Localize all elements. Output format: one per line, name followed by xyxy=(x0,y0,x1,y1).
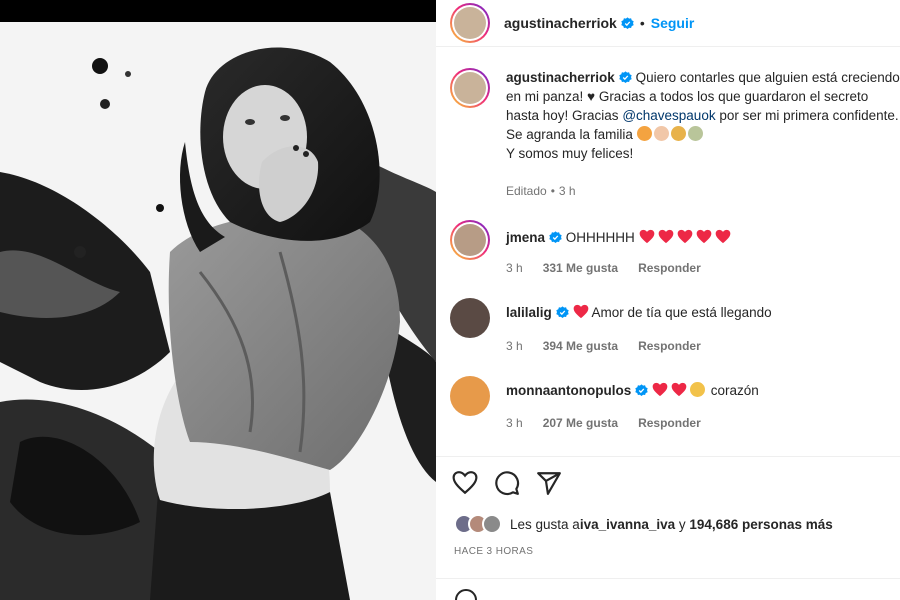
pregnancy-photo-image xyxy=(0,22,436,600)
comment-likes[interactable]: 331 Me gusta xyxy=(543,261,618,275)
comment-time: 3 h xyxy=(506,261,523,275)
caption-line-4: Se agranda la familia xyxy=(506,127,633,142)
comment-text: OHHHHHH xyxy=(565,230,635,245)
header-separator: • xyxy=(639,15,645,31)
verified-badge-icon xyxy=(621,16,634,29)
heart-emoji-icon xyxy=(652,382,668,397)
edited-time: 3 h xyxy=(558,184,576,198)
verified-badge-icon xyxy=(619,71,632,84)
post-actions xyxy=(452,470,578,496)
emoji-icon xyxy=(636,126,652,141)
post-header: agustinacherriok • Seguir xyxy=(450,2,694,44)
follow-button[interactable]: Seguir xyxy=(651,15,695,31)
mention-link[interactable]: @chavespauok xyxy=(622,108,715,123)
comment-item: monnaantonopulos corazón xyxy=(450,376,759,416)
share-icon[interactable] xyxy=(536,470,562,496)
likes-middle: y xyxy=(675,516,690,532)
caption-line-3b: por ser mi primera confidente. xyxy=(715,108,899,123)
comment-box-divider xyxy=(436,578,900,579)
caption-line-3a: hasta hoy! Gracias xyxy=(506,108,623,123)
comment-icon[interactable] xyxy=(494,470,520,496)
comment-text: Amor de tía que está llegando xyxy=(591,305,772,320)
author-username[interactable]: agustinacherriok xyxy=(504,15,617,31)
heart-outline-icon[interactable] xyxy=(452,470,478,496)
caption-line-5: Y somos muy felices! xyxy=(506,146,634,161)
header-divider xyxy=(436,46,900,47)
liker-username[interactable]: iva_ivanna_iva xyxy=(580,517,675,532)
comment-time: 3 h xyxy=(506,416,523,430)
edited-label: Editado xyxy=(506,184,547,198)
post-side-panel: agustinacherriok • Seguir agustinacherri… xyxy=(436,0,900,600)
emoji-icon xyxy=(687,126,703,141)
caption: agustinacherriok Quiero contarles que al… xyxy=(450,68,900,163)
comment-username[interactable]: jmena xyxy=(506,230,545,245)
caption-author-avatar[interactable] xyxy=(450,68,490,108)
heart-emoji-icon xyxy=(658,229,673,244)
commenter-avatar[interactable] xyxy=(450,220,490,260)
emoji-icon xyxy=(690,382,706,397)
comment-text: corazón xyxy=(710,383,759,398)
caption-meta: Editado • 3 h xyxy=(506,184,596,198)
caption-line-1: Quiero contarles que alguien está crecie… xyxy=(635,70,900,85)
actions-divider xyxy=(436,456,900,457)
emoji-picker-icon[interactable] xyxy=(454,588,478,600)
comment-time: 3 h xyxy=(506,339,523,353)
emoji-icon xyxy=(670,126,686,141)
caption-username[interactable]: agustinacherriok xyxy=(506,70,615,85)
post-timestamp: HACE 3 HORAS xyxy=(454,546,534,557)
heart-emoji-icon xyxy=(671,382,687,397)
comment-likes[interactable]: 207 Me gusta xyxy=(543,416,618,430)
heart-emoji-icon xyxy=(715,229,730,244)
heart-emoji-icon xyxy=(573,304,588,319)
comment-likes[interactable]: 394 Me gusta xyxy=(543,339,618,353)
likes-summary: Les gusta a iva_ivanna_iva y 194,686 per… xyxy=(454,514,833,534)
comment-username[interactable]: lalilalig xyxy=(506,305,552,320)
comment-item: lalilalig Amor de tía que está llegando xyxy=(450,298,772,338)
commenter-avatar[interactable] xyxy=(450,376,490,416)
post-photo[interactable] xyxy=(0,0,436,600)
verified-badge-icon xyxy=(635,384,648,397)
likes-count[interactable]: 194,686 personas más xyxy=(689,517,832,532)
likes-prefix: Les gusta a xyxy=(510,516,580,532)
reply-button[interactable]: Responder xyxy=(638,416,701,430)
commenter-avatar[interactable] xyxy=(450,298,490,338)
comment-input-row xyxy=(454,588,478,600)
comment-meta: 3 h 394 Me gusta Responder xyxy=(506,339,721,353)
liker-avatars[interactable] xyxy=(454,514,502,534)
verified-badge-icon xyxy=(549,231,562,244)
comment-username[interactable]: monnaantonopulos xyxy=(506,383,631,398)
heart-emoji-icon xyxy=(677,229,692,244)
emoji-icon xyxy=(653,126,669,141)
verified-badge-icon xyxy=(556,306,569,319)
reply-button[interactable]: Responder xyxy=(638,261,701,275)
comment-meta: 3 h 331 Me gusta Responder xyxy=(506,261,721,275)
separator: • xyxy=(550,184,555,198)
photo-top-bar xyxy=(0,0,436,22)
caption-line-2: en mi panza! ♥ Gracias a todos los que g… xyxy=(506,89,869,104)
comment-item: jmena OHHHHHH xyxy=(450,220,734,260)
heart-emoji-icon xyxy=(639,229,654,244)
reply-button[interactable]: Responder xyxy=(638,339,701,353)
caption-text: agustinacherriok Quiero contarles que al… xyxy=(506,68,900,163)
heart-emoji-icon xyxy=(696,229,711,244)
author-avatar[interactable] xyxy=(450,3,490,43)
comment-meta: 3 h 207 Me gusta Responder xyxy=(506,416,721,430)
